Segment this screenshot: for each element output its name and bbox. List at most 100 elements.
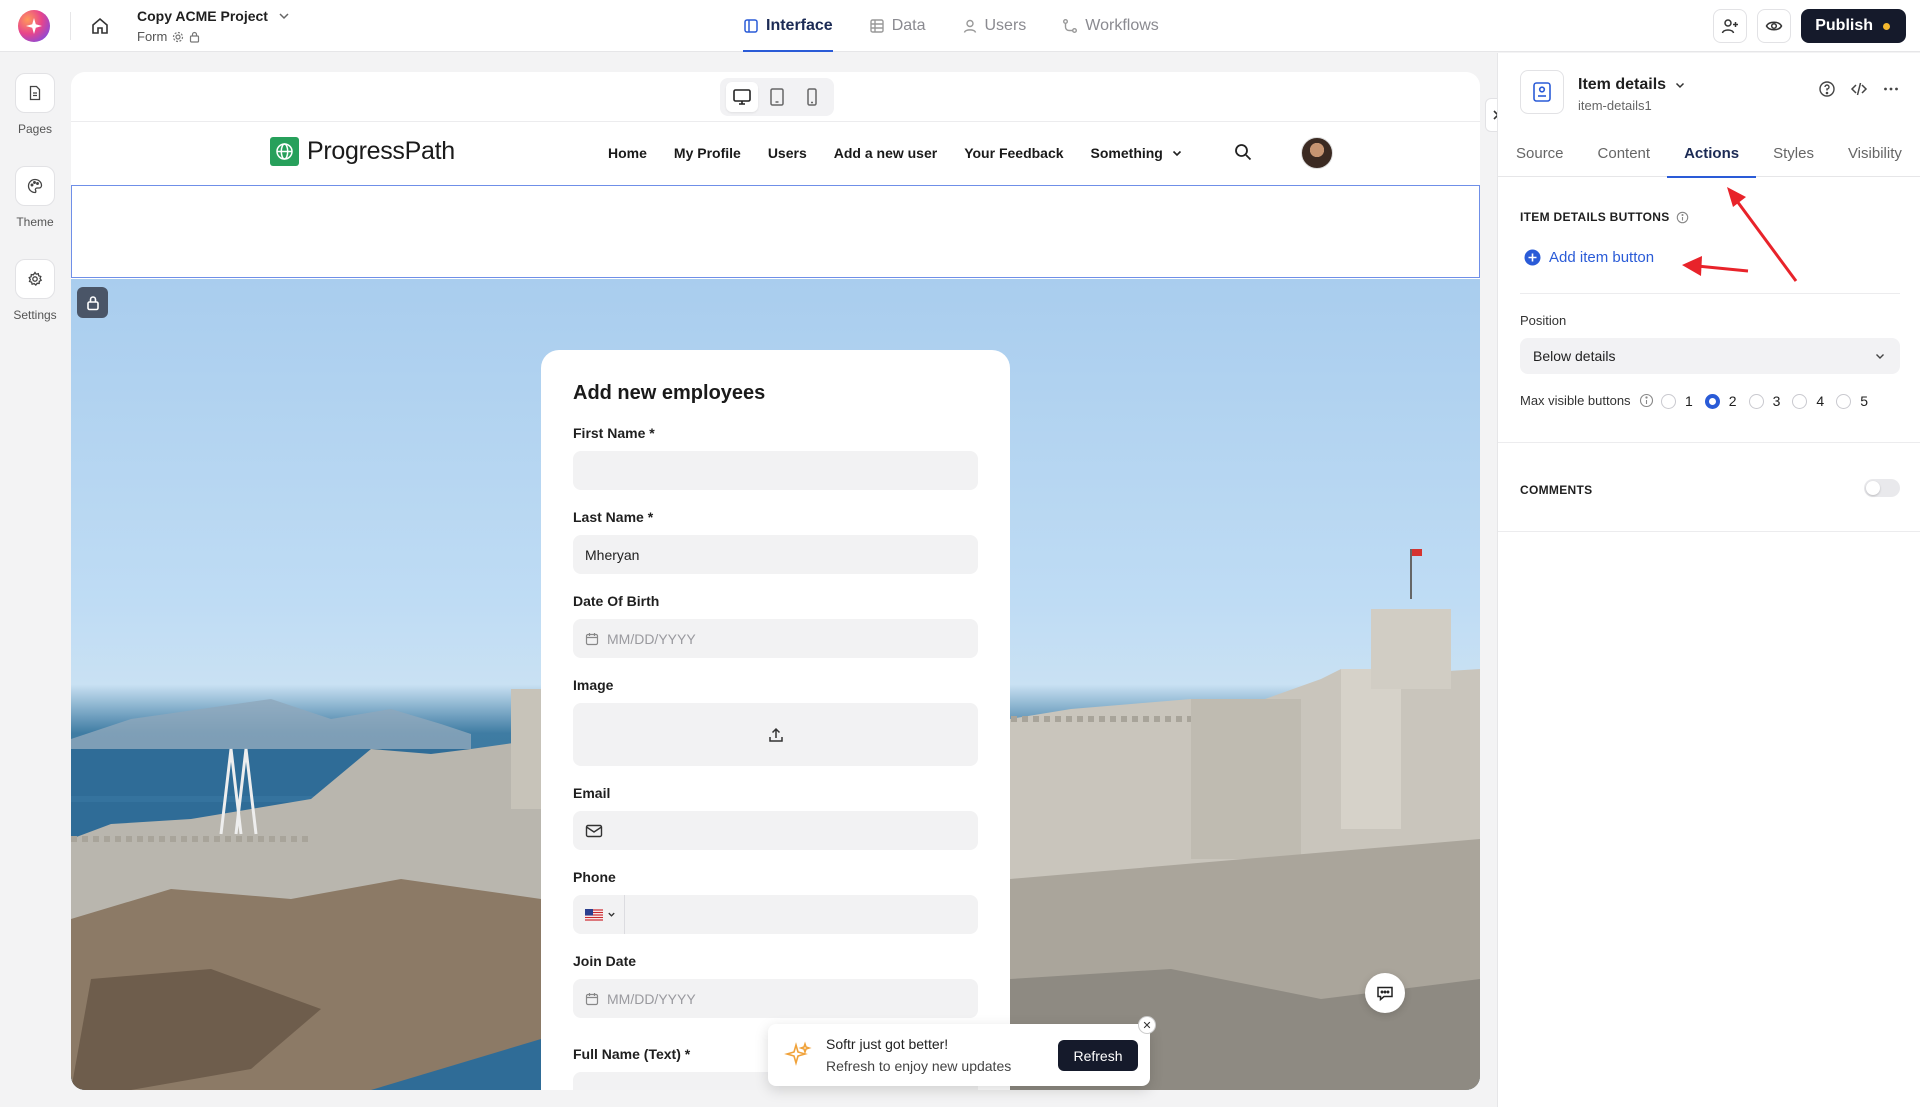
image-label: Image: [573, 677, 614, 693]
avatar[interactable]: [1301, 137, 1333, 169]
tab-data[interactable]: Data: [869, 0, 926, 52]
site-nav-users[interactable]: Users: [768, 145, 807, 161]
radio-option-3[interactable]: 3: [1748, 393, 1780, 409]
tab-workflows[interactable]: Workflows: [1062, 0, 1159, 52]
topbar-actions: Publish: [1713, 9, 1906, 43]
chevron-down-icon: [1676, 82, 1685, 89]
section-divider: [1520, 293, 1900, 294]
rail-item-pages[interactable]: Pages: [0, 73, 70, 136]
chat-support-button[interactable]: [1365, 973, 1405, 1013]
site-nav-feedback[interactable]: Your Feedback: [964, 145, 1063, 161]
chevron-down-icon: [1876, 354, 1884, 359]
mobile-view-button[interactable]: [796, 82, 828, 112]
comments-toggle[interactable]: [1864, 479, 1900, 497]
site-nav-add-user[interactable]: Add a new user: [834, 145, 937, 161]
block-title[interactable]: Item details: [1578, 76, 1686, 94]
mail-icon: [585, 824, 603, 837]
rail-label-settings: Settings: [13, 308, 57, 322]
toast-subtitle: Refresh to enjoy new updates: [826, 1058, 1012, 1074]
tablet-view-button[interactable]: [761, 82, 793, 112]
preview-button[interactable]: [1757, 9, 1792, 43]
max-visible-buttons-label: Max visible buttons: [1520, 393, 1654, 408]
page-icon: [15, 73, 55, 113]
tab-users[interactable]: Users: [962, 0, 1026, 52]
date-of-birth-input[interactable]: MM/DD/YYYY: [573, 619, 978, 658]
project-name: Copy ACME Project: [137, 8, 268, 24]
tab-styles[interactable]: Styles: [1756, 130, 1831, 177]
phone-input[interactable]: [573, 895, 978, 934]
first-name-label: First Name *: [573, 425, 655, 441]
page-name: Form: [137, 29, 168, 44]
desktop-view-button[interactable]: [725, 82, 758, 112]
join-date-placeholder: MM/DD/YYYY: [607, 990, 696, 1007]
app-logo[interactable]: [18, 10, 50, 42]
block-title-text: Item details: [1578, 76, 1667, 93]
radio-option-2[interactable]: 2: [1704, 393, 1737, 409]
code-icon[interactable]: [1850, 80, 1868, 98]
help-icon[interactable]: [1818, 80, 1836, 98]
radio-option-1[interactable]: 1: [1661, 393, 1693, 409]
add-user-icon: [1721, 19, 1739, 34]
lock-icon[interactable]: [77, 287, 108, 318]
workflow-icon: [1063, 19, 1078, 33]
add-item-button[interactable]: Add item button: [1524, 249, 1654, 266]
position-select[interactable]: Below details: [1520, 338, 1900, 374]
calendar-icon: [585, 632, 599, 645]
rail-label-theme: Theme: [16, 215, 54, 229]
radio-option-5[interactable]: 5: [1836, 393, 1868, 409]
join-date-input[interactable]: MM/DD/YYYY: [573, 979, 978, 1018]
tab-interface[interactable]: Interface: [743, 0, 833, 52]
panel-header: Item details item-details1: [1520, 70, 1900, 114]
home-icon[interactable]: [86, 12, 114, 40]
unpublished-changes-dot: [1883, 22, 1890, 30]
chevron-down-icon: [608, 912, 615, 917]
refresh-button[interactable]: Refresh: [1058, 1040, 1138, 1071]
tab-content[interactable]: Content: [1581, 130, 1668, 177]
rail-item-theme[interactable]: Theme: [0, 166, 70, 229]
rail-item-settings[interactable]: Settings: [0, 259, 70, 322]
last-name-input[interactable]: Mheryan: [573, 535, 978, 574]
site-nav-home[interactable]: Home: [608, 145, 647, 161]
project-info[interactable]: Copy ACME Project Form: [137, 8, 290, 44]
item-details-block-icon: [1520, 70, 1564, 114]
publish-button[interactable]: Publish: [1801, 9, 1906, 43]
position-label: Position: [1520, 313, 1567, 328]
tab-visibility[interactable]: Visibility: [1831, 130, 1919, 177]
radio-option-4[interactable]: 4: [1792, 393, 1824, 409]
left-rail: Pages Theme Settings: [0, 53, 70, 1107]
search-icon[interactable]: [1233, 142, 1253, 167]
join-date-field: Join Date MM/DD/YYYY: [573, 953, 978, 1018]
top-bar: Copy ACME Project Form Interface Data Us…: [0, 0, 1920, 52]
chat-icon: [1377, 986, 1393, 1002]
image-upload-dropzone[interactable]: [573, 703, 978, 766]
info-icon[interactable]: [1639, 393, 1654, 408]
country-code-select[interactable]: [585, 895, 625, 934]
tab-actions[interactable]: Actions: [1667, 130, 1757, 178]
invite-user-button[interactable]: [1713, 9, 1748, 43]
email-input[interactable]: [573, 811, 978, 850]
close-icon[interactable]: ✕: [1138, 1016, 1156, 1034]
selected-item-details-block[interactable]: [71, 185, 1480, 278]
tab-source[interactable]: Source: [1516, 130, 1581, 177]
info-icon[interactable]: [1676, 211, 1689, 224]
site-nav-links: Home My Profile Users Add a new user You…: [608, 123, 1183, 183]
table-icon: [870, 19, 884, 33]
site-header[interactable]: ProgressPath Home My Profile Users Add a…: [71, 123, 1480, 183]
site-nav-something[interactable]: Something: [1091, 145, 1183, 161]
device-switcher: [720, 78, 834, 116]
chevron-down-icon: [1172, 150, 1181, 157]
user-icon: [963, 19, 976, 33]
site-nav-something-label: Something: [1090, 145, 1163, 161]
chevron-down-icon[interactable]: [278, 10, 290, 22]
first-name-input[interactable]: [573, 451, 978, 490]
site-nav-my-profile[interactable]: My Profile: [674, 145, 741, 161]
radio-label: 2: [1728, 393, 1737, 409]
form-title: Add new employees: [573, 382, 766, 404]
site-brand[interactable]: ProgressPath: [270, 137, 455, 166]
item-details-buttons-section: ITEM DETAILS BUTTONS: [1520, 210, 1689, 224]
date-of-birth-label: Date Of Birth: [573, 593, 660, 609]
more-options-icon[interactable]: [1882, 80, 1900, 98]
last-name-field: Last Name * Mheryan: [573, 509, 978, 574]
max-visible-buttons-text: Max visible buttons: [1520, 393, 1631, 408]
join-date-label: Join Date: [573, 953, 637, 969]
